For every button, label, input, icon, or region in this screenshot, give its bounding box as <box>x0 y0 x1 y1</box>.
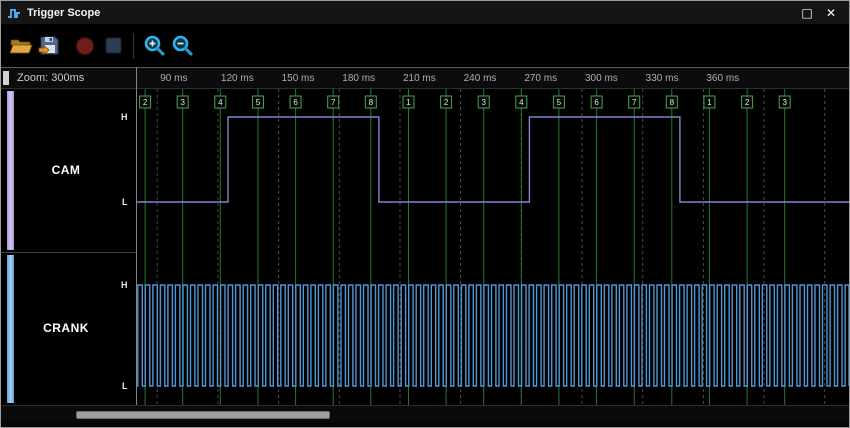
app-icon <box>7 6 21 20</box>
toolbar <box>1 24 849 67</box>
header-grip[interactable] <box>3 71 9 85</box>
zoom-in-button[interactable] <box>140 30 168 62</box>
cam-color-stripe <box>7 91 14 250</box>
crank-low-label: L <box>122 381 134 391</box>
tooth-number: 4 <box>519 98 524 107</box>
time-tick-label: 150 ms <box>282 73 315 84</box>
crank-channel-label: CRANK <box>16 321 116 335</box>
stop-icon <box>105 37 122 54</box>
toolbar-separator <box>133 33 134 59</box>
tooth-number: 4 <box>218 98 223 107</box>
time-tick-label: 330 ms <box>646 73 679 84</box>
tooth-number: 2 <box>444 98 449 107</box>
save-button[interactable] <box>35 30 63 62</box>
record-button[interactable] <box>71 30 99 62</box>
crank-channel-panel: CRANK H L <box>1 253 136 405</box>
crank-waveform <box>137 285 849 386</box>
cam-channel-panel: CAM H L <box>1 89 136 252</box>
tooth-number: 3 <box>180 98 185 107</box>
tooth-number: 1 <box>707 98 712 107</box>
tooth-number: 5 <box>256 98 261 107</box>
time-tick-label: 90 ms <box>160 73 187 84</box>
tooth-number: 1 <box>406 98 411 107</box>
maximize-button[interactable]: □ <box>795 3 819 23</box>
time-axis-header: Zoom: 300ms 90 ms 120 ms 150 ms 180 ms 210 m… <box>1 67 849 89</box>
tooth-number: 6 <box>293 98 298 107</box>
tooth-number: 3 <box>481 98 486 107</box>
scrollbar-thumb[interactable] <box>76 411 330 419</box>
time-tick-label: 300 ms <box>585 73 618 84</box>
zoom-out-icon <box>171 34 194 57</box>
stop-button[interactable] <box>99 30 127 62</box>
tooth-number: 2 <box>745 98 750 107</box>
time-tick-label: 360 ms <box>706 73 739 84</box>
tooth-number: 7 <box>632 98 637 107</box>
tooth-number: 8 <box>369 98 374 107</box>
cam-low-label: L <box>122 197 134 207</box>
time-tick-label: 270 ms <box>524 73 557 84</box>
cam-high-label: H <box>121 112 133 122</box>
open-button[interactable] <box>7 30 35 62</box>
time-tick-label: 240 ms <box>464 73 497 84</box>
tooth-number: 5 <box>557 98 562 107</box>
titlebar[interactable]: Trigger Scope □ ✕ <box>1 1 849 24</box>
close-button[interactable]: ✕ <box>819 3 843 23</box>
zoom-level-label: Zoom: 300ms <box>17 72 84 84</box>
crank-color-stripe <box>7 255 14 403</box>
crank-high-label: H <box>121 280 133 290</box>
waveform-plot: 2 3 4 5 6 7 8 1 2 3 4 5 6 7 8 1 2 3 <box>137 89 849 405</box>
window-title: Trigger Scope <box>27 7 100 19</box>
cam-channel-label: CAM <box>16 163 116 177</box>
save-icon <box>38 35 60 56</box>
record-icon <box>75 36 95 56</box>
trigger-scope-window: Trigger Scope □ ✕ <box>0 0 850 428</box>
zoom-in-icon <box>143 34 166 57</box>
folder-open-icon <box>9 36 33 56</box>
zoom-out-button[interactable] <box>168 30 196 62</box>
horizontal-scrollbar[interactable] <box>1 405 849 423</box>
time-tick-label: 120 ms <box>221 73 254 84</box>
tooth-number: 8 <box>670 98 675 107</box>
tooth-number: 6 <box>594 98 599 107</box>
time-tick-label: 210 ms <box>403 73 436 84</box>
cam-waveform <box>137 117 849 202</box>
time-tick-label: 180 ms <box>342 73 375 84</box>
tooth-number: 7 <box>331 98 336 107</box>
tooth-number: 2 <box>143 98 148 107</box>
tooth-number: 3 <box>782 98 787 107</box>
